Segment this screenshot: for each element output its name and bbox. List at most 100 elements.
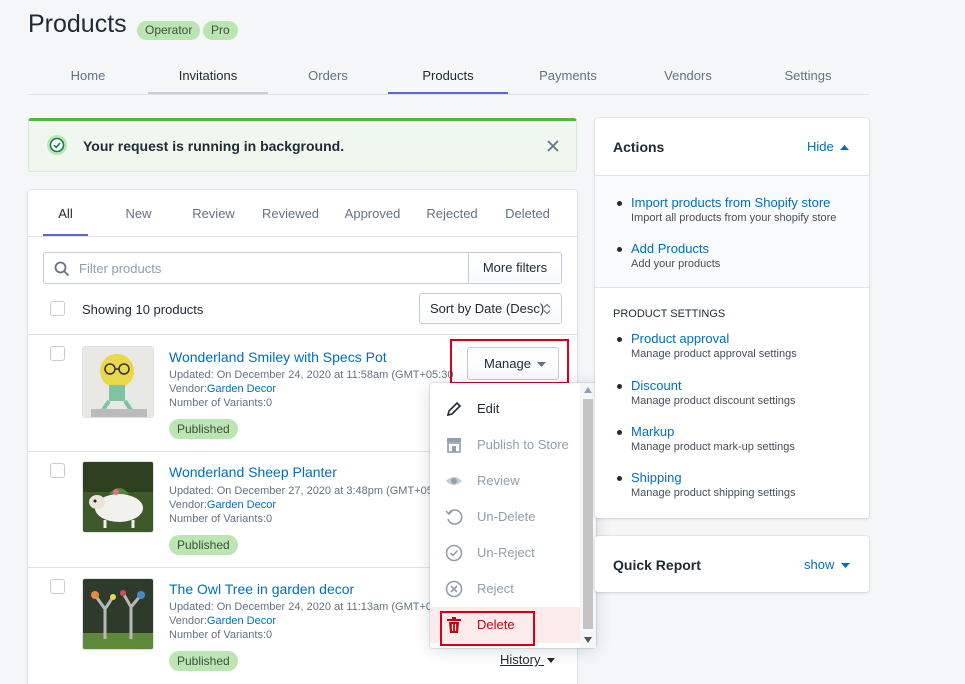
import-products-link[interactable]: Import products from Shopify store xyxy=(631,195,830,210)
markup-link[interactable]: Markup xyxy=(631,424,674,439)
x-circle-icon xyxy=(445,580,463,598)
add-products-desc: Add your products xyxy=(631,258,721,270)
product-thumbnail[interactable] xyxy=(82,578,154,650)
product-settings-heading: PRODUCT SETTINGS xyxy=(613,308,726,320)
filter-input[interactable]: Filter products xyxy=(43,252,469,284)
history-label: History xyxy=(500,652,541,667)
caret-down-icon xyxy=(547,658,556,664)
vendor-link[interactable]: Garden Decor xyxy=(207,499,276,511)
product-checkbox[interactable] xyxy=(50,463,65,478)
product-thumbnail[interactable] xyxy=(82,461,154,533)
menu-label-edit: Edit xyxy=(477,401,500,416)
hide-label: Hide xyxy=(807,139,834,154)
success-banner: Your request is running in background. xyxy=(28,118,577,172)
pro-badge: Pro xyxy=(203,21,238,40)
product-vendor-line: Vendor:Garden Decor xyxy=(169,498,276,512)
menu-item-review[interactable]: Review xyxy=(430,463,580,499)
product-vendor-line: Vendor:Garden Decor xyxy=(169,614,276,628)
menu-item-unreject[interactable]: Un-Reject xyxy=(430,535,580,571)
success-check-icon xyxy=(47,135,67,155)
menu-scrollbar[interactable] xyxy=(580,383,596,648)
product-title[interactable]: Wonderland Sheep Planter xyxy=(169,464,337,480)
nav-vendors[interactable]: Vendors xyxy=(628,60,748,94)
delete-highlight xyxy=(440,611,535,646)
product-vendor-line: Vendor:Garden Decor xyxy=(169,382,276,396)
tab-review[interactable]: Review xyxy=(186,190,241,236)
vendor-label: Vendor: xyxy=(169,615,207,627)
product-checkbox[interactable] xyxy=(50,579,65,594)
quick-report-title: Quick Report xyxy=(613,557,701,573)
product-variants: Number of Variants:0 xyxy=(169,629,273,641)
manage-button[interactable]: Manage xyxy=(467,347,559,380)
shipping-link[interactable]: Shipping xyxy=(631,470,682,485)
scroll-up-icon[interactable] xyxy=(584,387,592,393)
import-products-desc: Import all products from your shopify st… xyxy=(631,212,837,224)
caret-up-icon xyxy=(840,145,850,151)
actions-title: Actions xyxy=(613,139,665,155)
bullet xyxy=(617,201,622,206)
select-all-checkbox[interactable] xyxy=(50,301,65,316)
bullet xyxy=(617,476,622,481)
nav-payments[interactable]: Payments xyxy=(508,60,628,94)
discount-link[interactable]: Discount xyxy=(631,378,682,393)
status-badge: Published xyxy=(169,651,238,671)
nav-invitations[interactable]: Invitations xyxy=(148,60,268,94)
sheep-planter-image xyxy=(83,462,153,532)
caret-down-icon xyxy=(537,362,546,367)
quick-report-show-toggle[interactable]: show xyxy=(804,557,850,572)
sort-label: Sort by Date (Desc) xyxy=(430,301,545,316)
tab-all[interactable]: All xyxy=(43,190,88,236)
status-badge: Published xyxy=(169,419,238,439)
vendor-link[interactable]: Garden Decor xyxy=(207,615,276,627)
tab-new[interactable]: New xyxy=(116,190,161,236)
manage-label: Manage xyxy=(484,356,531,371)
product-checkbox[interactable] xyxy=(50,346,65,361)
product-updated: Updated: On December 24, 2020 at 11:13am… xyxy=(169,601,442,613)
scroll-down-icon[interactable] xyxy=(584,637,592,643)
shipping-desc: Manage product shipping settings xyxy=(631,487,796,499)
menu-label-review: Review xyxy=(477,473,520,488)
smiley-pot-image xyxy=(83,347,153,417)
operator-badge: Operator xyxy=(137,21,201,40)
store-icon xyxy=(447,438,461,453)
product-approval-link[interactable]: Product approval xyxy=(631,331,729,346)
tab-approved[interactable]: Approved xyxy=(340,190,405,236)
manage-menu: Edit Publish to Store Review Un-Delete U… xyxy=(430,383,596,648)
menu-item-reject[interactable]: Reject xyxy=(430,571,580,607)
filter-placeholder: Filter products xyxy=(79,261,162,276)
vendor-link[interactable]: Garden Decor xyxy=(207,383,276,395)
close-icon[interactable] xyxy=(546,139,560,153)
nav-settings[interactable]: Settings xyxy=(748,60,868,94)
product-variants: Number of Variants:0 xyxy=(169,513,273,525)
check-circle-icon xyxy=(445,544,463,562)
tab-reviewed[interactable]: Reviewed xyxy=(258,190,323,236)
product-variants: Number of Variants:0 xyxy=(169,397,273,409)
product-approval-desc: Manage product approval settings xyxy=(631,348,797,360)
bullet xyxy=(617,247,622,252)
product-title[interactable]: Wonderland Smiley with Specs Pot xyxy=(169,349,387,365)
banner-message: Your request is running in background. xyxy=(83,138,345,154)
menu-item-undelete[interactable]: Un-Delete xyxy=(430,499,580,535)
scrollbar-thumb[interactable] xyxy=(583,399,593,629)
search-icon xyxy=(54,261,70,277)
eye-icon xyxy=(446,477,462,485)
actions-hide-toggle[interactable]: Hide xyxy=(807,139,850,154)
tab-deleted[interactable]: Deleted xyxy=(500,190,555,236)
sort-select[interactable]: Sort by Date (Desc) xyxy=(419,293,562,324)
tab-rejected[interactable]: Rejected xyxy=(422,190,482,236)
discount-desc: Manage product discount settings xyxy=(631,395,796,407)
menu-item-edit[interactable]: Edit xyxy=(430,391,580,427)
menu-item-publish[interactable]: Publish to Store xyxy=(430,427,580,463)
nav-products[interactable]: Products xyxy=(388,60,508,94)
more-filters-button[interactable]: More filters xyxy=(468,252,562,284)
add-products-link[interactable]: Add Products xyxy=(631,241,709,256)
status-badge: Published xyxy=(169,535,238,555)
menu-label-publish: Publish to Store xyxy=(477,437,569,452)
nav-home[interactable]: Home xyxy=(28,60,148,94)
product-thumbnail[interactable] xyxy=(82,346,154,418)
undo-icon xyxy=(445,509,463,525)
nav-orders[interactable]: Orders xyxy=(268,60,388,94)
product-title[interactable]: The Owl Tree in garden decor xyxy=(169,581,354,597)
vendor-label: Vendor: xyxy=(169,383,207,395)
history-link[interactable]: History xyxy=(500,652,556,667)
